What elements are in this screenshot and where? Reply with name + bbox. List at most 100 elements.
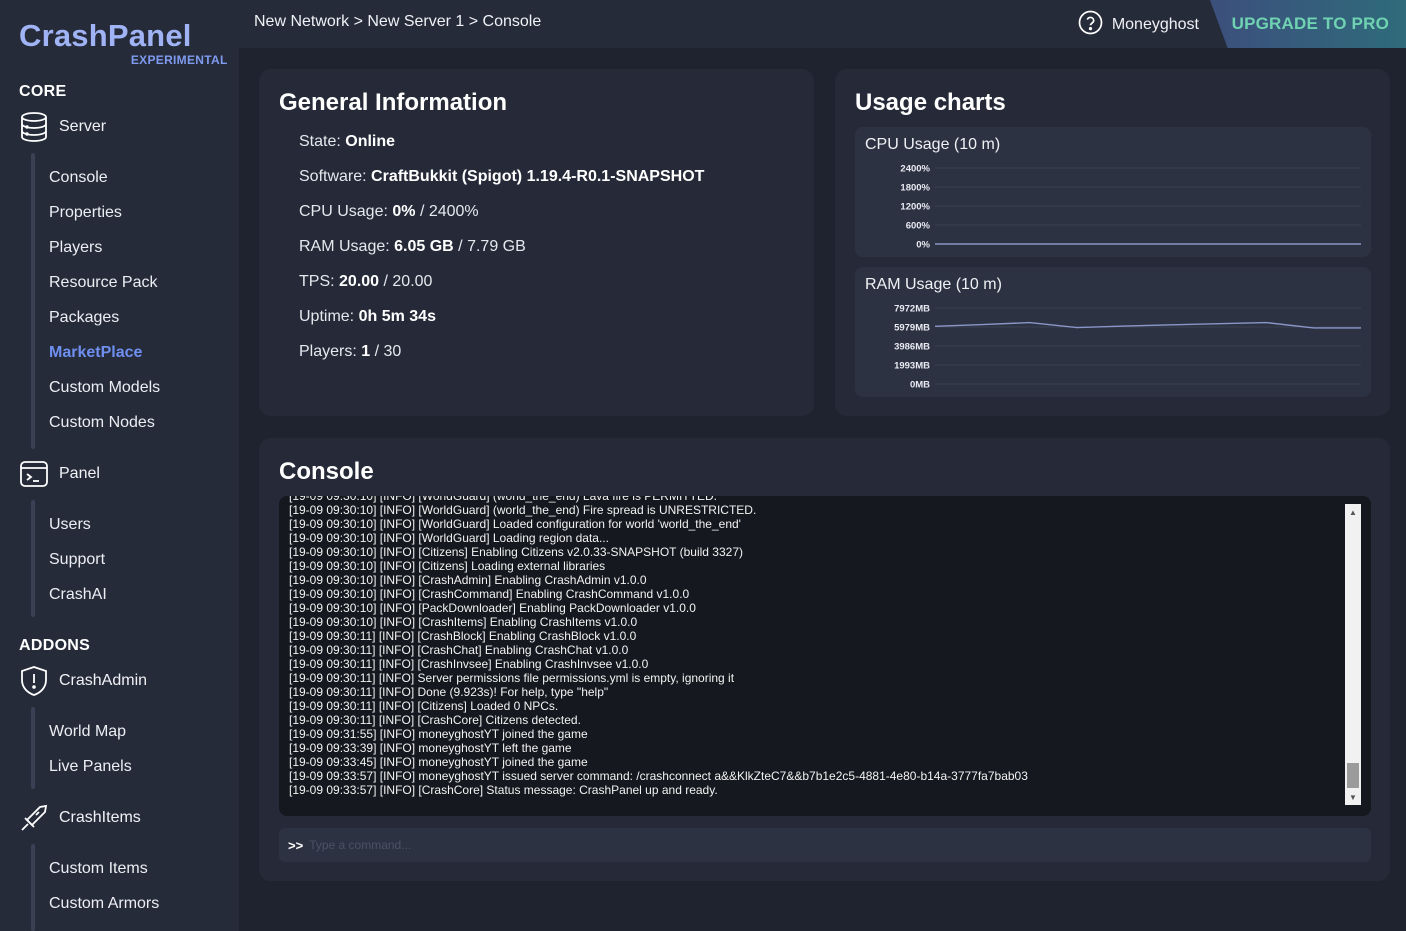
tps-value: 20.00 [339,273,380,290]
sidebar-group-label: Panel [59,465,100,482]
sidebar-group-crashitems[interactable]: CrashItems [18,801,141,835]
ram-value: 6.05 GB [394,238,454,255]
sidebar-item-players[interactable]: Players [49,237,102,259]
y-tick-label: 7972MB [894,304,930,315]
console-line: [19-09 09:30:11] [INFO] [CrashCore] Citi… [289,713,581,727]
y-tick-label: 2400% [900,164,930,175]
sidebar-item-live-panels[interactable]: Live Panels [49,756,132,778]
sidebar-group-server[interactable]: Server [18,110,106,144]
console-line: [19-09 09:30:10] [INFO] [WorldGuard] Loa… [289,531,609,545]
console-line: [19-09 09:30:10] [INFO] [WorldGuard] (wo… [289,503,757,517]
sidebar-item-custom-models[interactable]: Custom Models [49,377,160,399]
y-tick-label: 1993MB [894,361,930,372]
sidebar-group-label: CrashAdmin [59,672,148,689]
players-value: 1 [361,343,371,360]
app-name: CrashPanel [19,18,192,53]
addons-heading: ADDONS [19,637,91,654]
sidebar-group-label: Server [59,118,107,135]
cpu-chart-svg: 2400% 1800% 1200% 600% 0% [900,164,1361,251]
console-line: [19-09 09:30:10] [INFO] [Citizens] Enabl… [289,545,744,559]
general-info-card: General Information State: Online Softwa… [259,69,814,416]
sidebar-item-crashai[interactable]: CrashAI [49,584,107,606]
console-line: [19-09 09:30:11] [INFO] [CrashBlock] Ena… [289,629,637,643]
general-info-title: General Information [279,89,508,116]
tree-line [31,707,35,789]
sidebar: CrashPanel EXPERIMENTAL CORE Server Cons… [0,0,239,931]
y-tick-label: 1200% [900,202,930,213]
sidebar-item-properties[interactable]: Properties [49,202,122,224]
help-circle-icon [1078,10,1103,40]
uptime-value: 0h 5m 34s [358,308,436,325]
command-prompt: >> [288,837,304,853]
y-tick-label: 0MB [910,380,930,391]
console-scrollbar[interactable]: ▲ ▼ [1345,504,1361,805]
console-line: [19-09 09:30:10] [INFO] [Citizens] Loadi… [289,559,606,573]
sidebar-item-marketplace[interactable]: MarketPlace [49,342,142,364]
sidebar-item-users[interactable]: Users [49,514,91,536]
console-line: [19-09 09:30:11] [INFO] [Citizens] Loade… [289,699,559,713]
console-line: [19-09 09:30:10] [INFO] [CrashItems] Ena… [289,615,638,629]
console-log: [19-09 09:30:10] [INFO] [WorldGuard] (wo… [289,496,1345,797]
command-input[interactable] [309,838,1210,852]
console-line: [19-09 09:33:57] [INFO] moneyghostYT iss… [289,769,1028,783]
sidebar-item-packages[interactable]: Packages [49,307,119,329]
tps-row: TPS: 20.00 / 20.00 [299,273,433,290]
console-line: [19-09 09:30:10] [INFO] [CrashAdmin] Ena… [289,573,647,587]
console-line: [19-09 09:30:11] [INFO] [CrashInvsee] En… [289,657,649,671]
sidebar-item-console[interactable]: Console [49,167,108,189]
y-tick-label: 3986MB [894,342,930,353]
sidebar-group-crashadmin[interactable]: CrashAdmin [18,664,147,698]
experimental-badge: EXPERIMENTAL [130,53,228,67]
scroll-up-icon[interactable]: ▲ [1345,504,1361,520]
upgrade-button[interactable]: UPGRADE TO PRO [1210,0,1406,48]
sidebar-item-custom-items[interactable]: Custom Items [49,858,148,880]
scrollbar-thumb[interactable] [1347,763,1359,788]
players-row: Players: 1 / 30 [299,343,402,360]
core-heading: CORE [19,83,67,100]
cpu-value: 0% [392,203,416,220]
tree-line [31,844,35,931]
server-icon [18,111,49,143]
tree-line [31,500,35,617]
state-value: Online [345,133,396,150]
sidebar-group-label: CrashItems [59,809,141,826]
sword-icon [18,802,49,834]
console-line: [19-09 09:31:55] [INFO] moneyghostYT joi… [289,727,588,741]
command-bar: >> [279,828,1371,862]
console-card: Console [19-09 09:30:10] [INFO] [WorldGu… [259,438,1390,881]
cpu-chart: CPU Usage (10 m) 2400% 1800% 1200% 600% 0% [855,127,1371,257]
sidebar-item-world-map[interactable]: World Map [49,721,126,743]
usage-charts-title: Usage charts [855,89,1006,116]
sidebar-item-custom-armors[interactable]: Custom Armors [49,893,159,915]
user-menu[interactable]: Moneyghost [1078,10,1199,40]
console-line: [19-09 09:30:10] [INFO] [PackDownloader]… [289,601,696,615]
console-line: [19-09 09:33:57] [INFO] [CrashCore] Stat… [289,783,718,797]
top-bar: New Network > New Server 1 > Console Mon… [239,0,1406,48]
console-line: [19-09 09:30:11] [INFO] Done (9.923s)! F… [289,685,609,699]
software-row: Software: CraftBukkit (Spigot) 1.19.4-R0… [299,168,705,185]
console-output[interactable]: [19-09 09:30:10] [INFO] [WorldGuard] (wo… [279,496,1371,816]
cpu-row: CPU Usage: 0% / 2400% [299,203,479,220]
usage-charts-card: Usage charts CPU Usage (10 m) 2400% 1800%… [835,69,1390,416]
y-tick-label: 0% [916,240,930,251]
software-value: CraftBukkit (Spigot) 1.19.4-R0.1-SNAPSHO… [371,168,705,185]
uptime-row: Uptime: 0h 5m 34s [299,308,436,325]
console-line: [19-09 09:33:45] [INFO] moneyghostYT joi… [289,755,588,769]
sidebar-item-support[interactable]: Support [49,549,105,571]
shield-icon [18,665,49,697]
sidebar-group-panel[interactable]: Panel [18,457,100,491]
scroll-down-icon[interactable]: ▼ [1345,789,1361,805]
sidebar-item-custom-nodes[interactable]: Custom Nodes [49,412,155,434]
y-tick-label: 5979MB [894,323,930,334]
console-line: [19-09 09:30:10] [INFO] [WorldGuard] (wo… [289,496,717,503]
tree-line [31,153,35,449]
console-line: [19-09 09:30:10] [INFO] [WorldGuard] Loa… [289,517,741,531]
app-logo[interactable]: CrashPanel EXPERIMENTAL [19,18,227,67]
console-line: [19-09 09:30:10] [INFO] [CrashCommand] E… [289,587,690,601]
console-line: [19-09 09:30:11] [INFO] Server permissio… [289,671,735,685]
ram-chart-svg: 7972MB 5979MB 3986MB 1993MB 0MB [894,304,1361,391]
sidebar-item-resource-pack[interactable]: Resource Pack [49,272,158,294]
console-line: [19-09 09:30:11] [INFO] [CrashChat] Enab… [289,643,629,657]
terminal-icon [18,458,49,490]
breadcrumb[interactable]: New Network > New Server 1 > Console [254,13,541,31]
